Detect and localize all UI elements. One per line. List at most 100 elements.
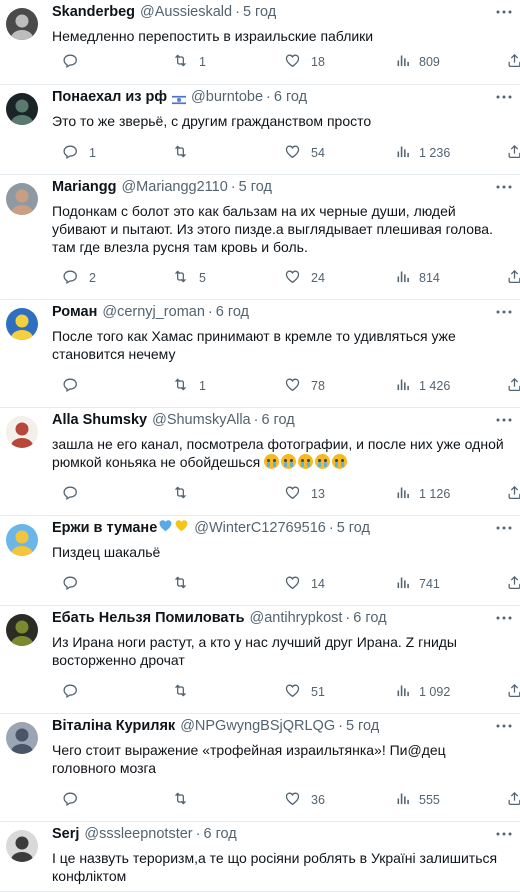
timestamp[interactable]: 5 год	[239, 178, 272, 196]
timestamp[interactable]: 5 год	[243, 3, 276, 21]
author-handle[interactable]: @sssleepnotster	[84, 825, 192, 843]
more-options-icon[interactable]	[496, 4, 512, 14]
retweet-button[interactable]: 5	[162, 269, 206, 287]
author-name[interactable]: Ебать Нельзя Помиловать	[52, 609, 245, 627]
views-button[interactable]: 1 426	[386, 377, 450, 395]
timestamp[interactable]: 6 год	[203, 825, 236, 843]
action-bar: 14 741	[52, 575, 520, 593]
more-options-icon[interactable]	[496, 304, 512, 314]
author-handle[interactable]: @cernyj_roman	[102, 303, 205, 321]
more-options-icon[interactable]	[496, 718, 512, 728]
views-button[interactable]: 1 126	[386, 485, 450, 503]
timestamp[interactable]: 6 год	[274, 88, 307, 106]
share-button[interactable]	[496, 791, 520, 809]
like-button[interactable]: 18	[274, 53, 325, 71]
retweet-button[interactable]	[162, 144, 199, 162]
views-button[interactable]: 809	[386, 53, 440, 71]
author-handle[interactable]: @ShumskyAlla	[152, 411, 251, 429]
crying-face-emoji-icon	[315, 454, 331, 469]
reply-button[interactable]	[52, 53, 89, 71]
share-button[interactable]	[496, 485, 520, 503]
share-button[interactable]	[496, 683, 520, 701]
views-button[interactable]: 1 236	[386, 144, 450, 162]
reply-button[interactable]: 1	[52, 144, 96, 162]
author-name[interactable]: Skanderbeg	[52, 3, 135, 21]
share-button[interactable]	[496, 269, 520, 287]
like-button[interactable]: 36	[274, 791, 325, 809]
more-options-icon[interactable]	[496, 610, 512, 620]
author-name[interactable]: Ержи в тумане	[52, 519, 157, 537]
share-button[interactable]	[496, 377, 520, 395]
author-handle[interactable]: @burntobe	[191, 88, 263, 106]
tweet-text: І це назвуть тероризм,а те що росіяни ро…	[52, 849, 510, 885]
views-button[interactable]: 741	[386, 575, 440, 593]
separator-dot: ·	[328, 520, 334, 536]
reply-button[interactable]	[52, 575, 89, 593]
views-button[interactable]: 814	[386, 269, 440, 287]
author-name[interactable]: Alla Shumsky	[52, 411, 147, 429]
reply-button[interactable]	[52, 485, 89, 503]
like-button[interactable]: 54	[274, 144, 325, 162]
reply-button[interactable]	[52, 791, 89, 809]
like-button[interactable]: 78	[274, 377, 325, 395]
avatar[interactable]	[6, 830, 38, 862]
bar-chart-icon	[394, 376, 411, 396]
author-name[interactable]: Mariangg	[52, 178, 116, 196]
avatar[interactable]	[6, 308, 38, 340]
author-handle[interactable]: @Aussieskald	[140, 3, 232, 21]
timestamp[interactable]: 6 год	[353, 609, 386, 627]
action-bar: 51 1 092	[52, 683, 520, 701]
retweet-icon	[172, 268, 189, 288]
reply-button[interactable]	[52, 683, 89, 701]
avatar[interactable]	[6, 524, 38, 556]
avatar[interactable]	[6, 8, 38, 40]
tweet-text: Пиздец шакальё	[52, 543, 510, 561]
share-button[interactable]	[496, 144, 520, 162]
reply-button[interactable]: 2	[52, 269, 96, 287]
author-name[interactable]: Serj	[52, 825, 79, 843]
author-name[interactable]: Понаехал из рф	[52, 88, 167, 106]
more-options-icon[interactable]	[496, 826, 512, 836]
like-button[interactable]: 24	[274, 269, 325, 287]
avatar[interactable]	[6, 722, 38, 754]
author-handle[interactable]: @antihrypkost	[250, 609, 343, 627]
avatar[interactable]	[6, 614, 38, 646]
retweet-button[interactable]	[162, 791, 199, 809]
retweet-button[interactable]: 1	[162, 53, 206, 71]
retweet-button[interactable]	[162, 683, 199, 701]
share-button[interactable]	[496, 575, 520, 593]
author-name[interactable]: Віталіна Куриляк	[52, 717, 175, 735]
more-options-icon[interactable]	[496, 179, 512, 189]
like-button[interactable]: 13	[274, 485, 325, 503]
avatar[interactable]	[6, 416, 38, 448]
tweet-header: Ержи в тумане @WinterC12769516 · 5 год	[52, 519, 510, 537]
share-icon	[506, 682, 520, 702]
heart-icon	[284, 790, 301, 810]
timestamp[interactable]: 6 год	[216, 303, 249, 321]
tweet[interactable]: Skanderbeg @Aussieskald · 5 год Немедленно п…	[0, 0, 520, 85]
more-options-icon[interactable]	[496, 412, 512, 422]
separator-dot: ·	[195, 826, 201, 842]
tweet[interactable]: Serj @sssleepnotster · 6 год І це назвуть те…	[0, 822, 520, 892]
author-handle[interactable]: @NPGwyngBSjQRLQG	[180, 717, 335, 735]
share-button[interactable]	[496, 53, 520, 71]
timestamp[interactable]: 6 год	[261, 411, 294, 429]
timestamp[interactable]: 5 год	[337, 519, 370, 537]
like-button[interactable]: 14	[274, 575, 325, 593]
author-handle[interactable]: @WinterC12769516	[194, 519, 326, 537]
more-options-icon[interactable]	[496, 520, 512, 530]
timestamp[interactable]: 5 год	[346, 717, 379, 735]
more-options-icon[interactable]	[496, 89, 512, 99]
views-button[interactable]: 555	[386, 791, 440, 809]
retweet-button[interactable]: 1	[162, 377, 206, 395]
views-count: 814	[419, 271, 440, 285]
reply-button[interactable]	[52, 377, 89, 395]
avatar[interactable]	[6, 183, 38, 215]
avatar[interactable]	[6, 93, 38, 125]
author-handle[interactable]: @Mariangg2110	[121, 178, 227, 196]
views-button[interactable]: 1 092	[386, 683, 450, 701]
like-button[interactable]: 51	[274, 683, 325, 701]
author-name[interactable]: Роман	[52, 303, 97, 321]
retweet-button[interactable]	[162, 485, 199, 503]
retweet-button[interactable]	[162, 575, 199, 593]
